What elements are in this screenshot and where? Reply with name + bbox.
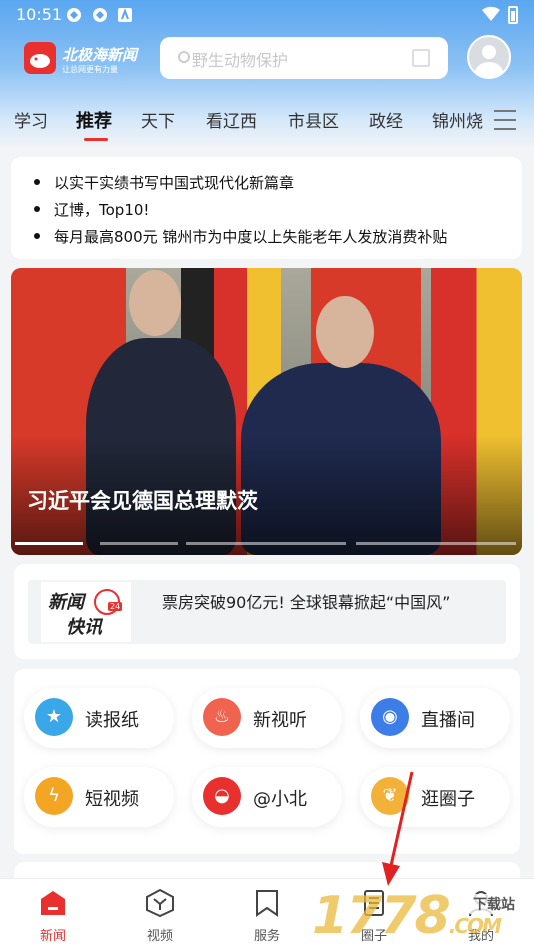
service-label: 逛圈子: [421, 789, 475, 810]
service-label: @小北: [253, 789, 307, 810]
font-notification-icon: [118, 8, 132, 22]
battery-icon: [508, 6, 518, 24]
tab-counties[interactable]: 市县区: [288, 107, 339, 132]
carousel-dot: [356, 542, 516, 545]
service-label: 新视听: [253, 710, 307, 731]
nav-news[interactable]: 新闻: [13, 879, 93, 950]
service-label: 短视频: [85, 789, 139, 810]
star-icon: ★: [35, 698, 73, 736]
wifi-icon: [482, 6, 500, 22]
whale-icon: ◒: [203, 777, 241, 815]
bolt-icon: ϟ: [35, 777, 73, 815]
avatar[interactable]: [467, 35, 511, 79]
nav-services[interactable]: 服务: [227, 879, 307, 950]
service-short-video[interactable]: ϟ 短视频: [24, 767, 174, 827]
bullet-dot: [34, 233, 40, 239]
news-flash-badge-line2: 快讯: [66, 617, 102, 638]
headline-item[interactable]: 每月最高800元 锦州市为中度以上失能老年人发放消费补贴: [54, 226, 447, 247]
tab-jinzhou-bbq[interactable]: 锦州烧: [432, 107, 483, 132]
channel-tabs: 学习 推荐 天下 看辽西 市县区 政经 锦州烧: [0, 100, 534, 141]
tab-study[interactable]: 学习: [14, 107, 48, 132]
service-label: 直播间: [421, 710, 475, 731]
live-icon: ◉: [371, 698, 409, 736]
news-flash-text[interactable]: 票房突破90亿元! 全球银幕掀起“中国风”: [162, 592, 462, 614]
search-icon: [178, 51, 190, 63]
nav-label: 新闻: [39, 929, 66, 944]
video-icon: [146, 889, 174, 917]
bookmark-icon: [256, 890, 278, 917]
scan-icon[interactable]: [412, 49, 430, 67]
search-input[interactable]: 野生动物保护: [192, 47, 288, 71]
service-label: 读报纸: [85, 710, 139, 731]
watermark-badge: 下载站: [470, 894, 518, 914]
carousel-dot: [186, 542, 346, 545]
bullet-dot: [34, 206, 40, 212]
news-flash-badge-line1: 新闻: [48, 592, 84, 613]
home-icon: [41, 891, 65, 915]
carousel-dot: [15, 542, 83, 545]
app-notification-icon: [67, 8, 81, 22]
person-left-head: [129, 270, 181, 336]
app-logo: [24, 42, 56, 74]
headline-item[interactable]: 辽博，Top10!: [54, 199, 149, 220]
flame-icon: ♨: [203, 698, 241, 736]
headline-item[interactable]: 以实干实绩书写中国式现代化新篇章: [54, 172, 294, 193]
carousel-dot: [100, 542, 178, 545]
nav-label: 服务: [253, 929, 280, 944]
app-name: 北极海新闻: [62, 46, 138, 64]
tab-world[interactable]: 天下: [141, 107, 175, 132]
annotation-arrow: [382, 771, 414, 886]
tab-liaoxi[interactable]: 看辽西: [206, 107, 257, 132]
service-read-newspaper[interactable]: ★ 读报纸: [24, 688, 174, 748]
bullet-dot: [34, 179, 40, 185]
service-new-media[interactable]: ♨ 新视听: [192, 688, 342, 748]
news-flash-24-badge: 24: [108, 602, 123, 611]
app-tagline: 让总网更有力量: [62, 65, 118, 74]
status-time: 10:51: [16, 5, 63, 24]
banner-carousel[interactable]: 习近平会见德国总理默茨: [11, 268, 522, 555]
channel-menu-icon[interactable]: [494, 110, 516, 137]
app-notification-icon: [93, 8, 107, 22]
nav-label: 视频: [146, 929, 173, 944]
service-live-room[interactable]: ◉ 直播间: [360, 688, 510, 748]
service-xiaobei[interactable]: ◒ @小北: [192, 767, 342, 827]
banner-caption: 习近平会见德国总理默茨: [27, 489, 258, 513]
tab-politics[interactable]: 政经: [369, 107, 403, 132]
active-tab-indicator: [84, 138, 108, 141]
person-right-head: [316, 296, 374, 368]
tab-recommend[interactable]: 推荐: [76, 107, 112, 133]
nav-video[interactable]: 视频: [120, 879, 200, 950]
status-bar: 10:51: [0, 0, 534, 30]
